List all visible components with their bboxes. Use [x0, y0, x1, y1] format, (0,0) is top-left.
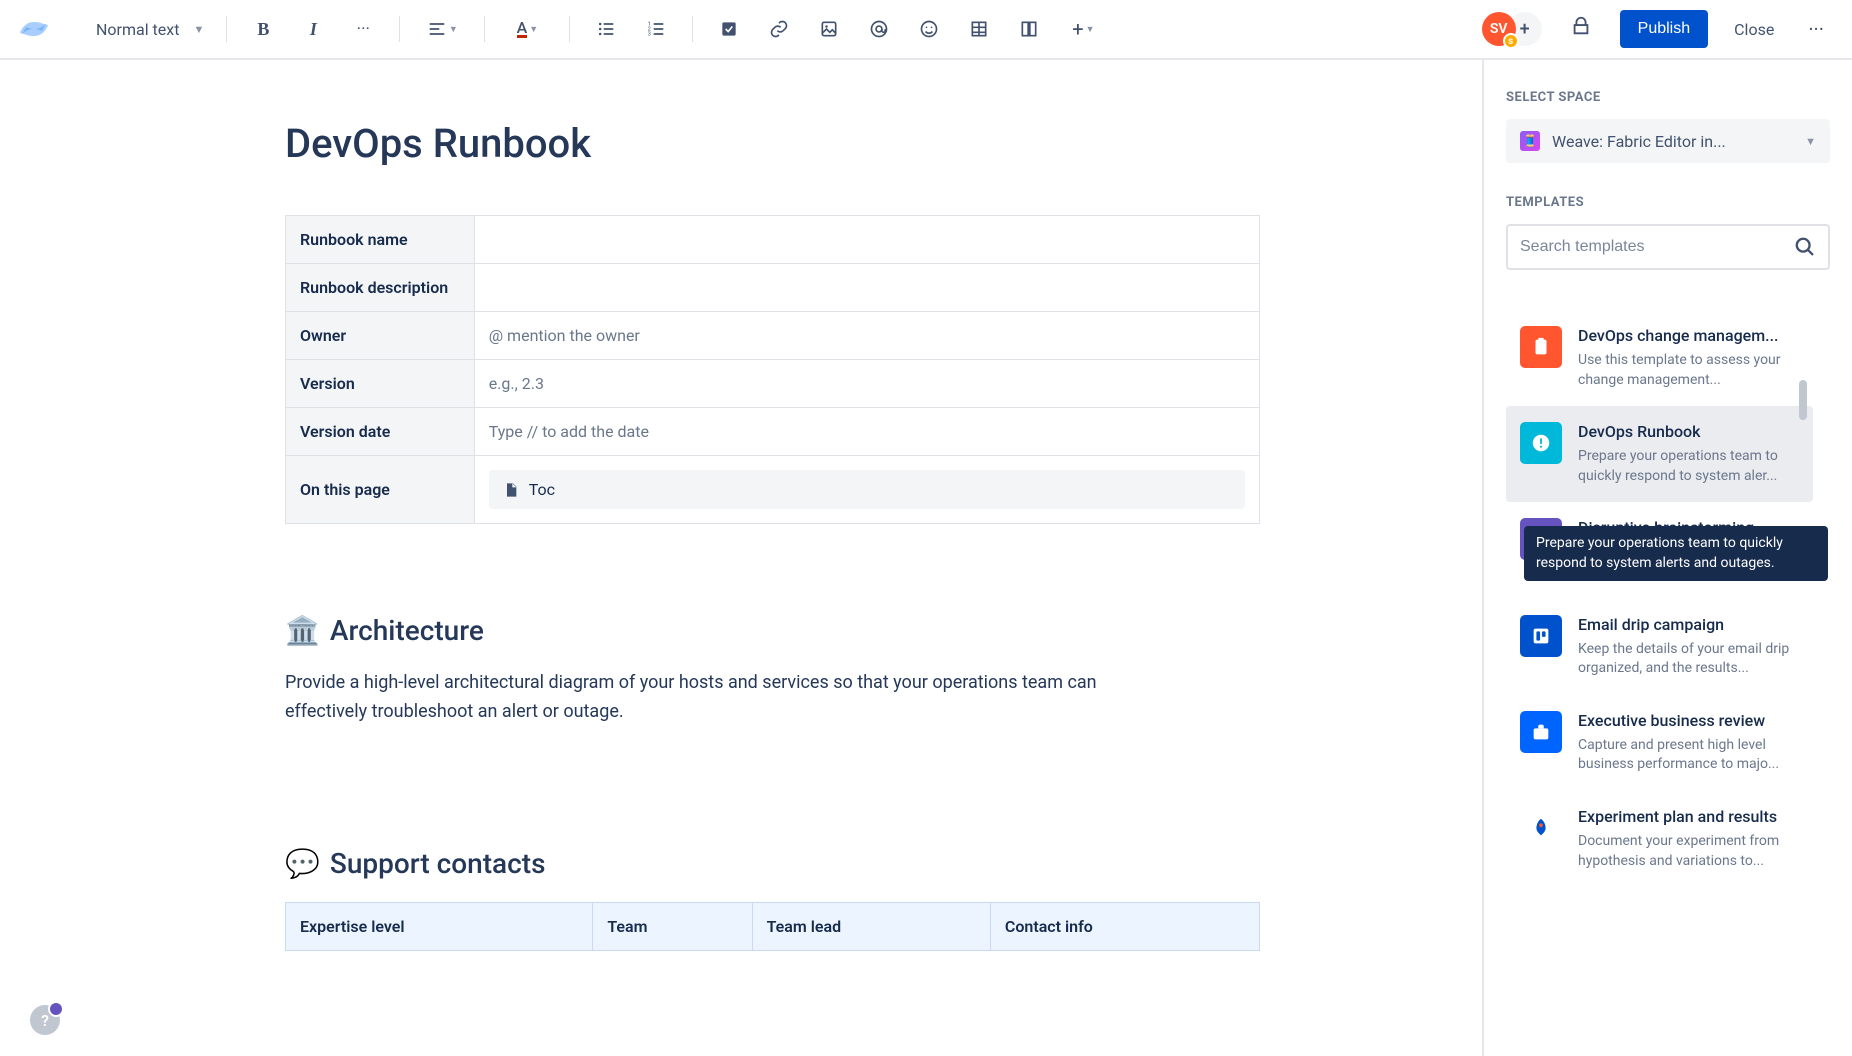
scrollbar-thumb[interactable] — [1799, 380, 1807, 420]
template-search-input[interactable] — [1520, 238, 1794, 256]
template-title: DevOps change managem... — [1578, 326, 1799, 345]
mention-button[interactable] — [861, 11, 897, 47]
table-header[interactable]: Team — [593, 902, 752, 950]
layouts-button[interactable] — [1011, 11, 1047, 47]
link-button[interactable] — [761, 11, 797, 47]
numbered-list-button[interactable]: 123 — [638, 11, 674, 47]
alert-icon — [1520, 422, 1562, 464]
chevron-down-icon: ▼ — [193, 23, 204, 36]
chevron-down-icon: ▼ — [529, 24, 538, 35]
action-item-button[interactable] — [711, 11, 747, 47]
template-description: Use this template to assess your change … — [1578, 351, 1799, 390]
meta-table-label[interactable]: On this page — [286, 456, 475, 524]
select-space-label: SELECT SPACE — [1506, 90, 1830, 105]
file-icon — [503, 482, 519, 498]
restrictions-button[interactable] — [1570, 15, 1592, 43]
image-button[interactable] — [811, 11, 847, 47]
trello-icon — [1520, 615, 1562, 657]
briefcase-icon — [1520, 711, 1562, 753]
speech-icon: 💬 — [285, 847, 320, 880]
runbook-meta-table[interactable]: Runbook nameRunbook descriptionOwner@ me… — [285, 215, 1260, 524]
meta-table-label[interactable]: Version date — [286, 408, 475, 456]
template-item[interactable]: DevOps Runbook Prepare your operations te… — [1506, 406, 1813, 502]
meta-table-value[interactable] — [474, 216, 1259, 264]
meta-table-label[interactable]: Runbook name — [286, 216, 475, 264]
search-icon — [1794, 236, 1816, 258]
chevron-down-icon: ▼ — [449, 24, 458, 35]
template-item[interactable]: Experiment plan and results Document your… — [1506, 791, 1813, 887]
more-actions-button[interactable]: ··· — [1800, 9, 1832, 49]
toc-macro[interactable]: Toc — [489, 470, 1245, 509]
table-header[interactable]: Expertise level — [286, 902, 593, 950]
templates-sidebar: SELECT SPACE 🧵 Weave: Fabric Editor in..… — [1482, 60, 1852, 1056]
italic-button[interactable]: I — [295, 11, 331, 47]
template-tooltip: Prepare your operations team to quickly … — [1524, 526, 1828, 581]
template-item[interactable]: Executive business review Capture and pre… — [1506, 695, 1813, 791]
publish-button[interactable]: Publish — [1620, 10, 1708, 48]
meta-table-label[interactable]: Owner — [286, 312, 475, 360]
template-item[interactable]: Email drip campaign Keep the details of y… — [1506, 599, 1813, 695]
architecture-heading[interactable]: 🏛️ Architecture — [285, 614, 1182, 647]
support-contacts-heading[interactable]: 💬 Support contacts — [285, 847, 1182, 880]
align-dropdown[interactable]: ▼ — [418, 11, 466, 47]
architecture-description[interactable]: Provide a high-level architectural diagr… — [285, 669, 1165, 727]
meta-table-value[interactable] — [474, 264, 1259, 312]
table-header[interactable]: Contact info — [990, 902, 1259, 950]
template-title: DevOps Runbook — [1578, 422, 1799, 441]
template-title: Experiment plan and results — [1578, 807, 1799, 826]
template-list: DevOps change managem... Use this templat… — [1506, 310, 1813, 887]
confluence-logo — [20, 15, 48, 43]
meta-table-value[interactable]: Type // to add the date — [474, 408, 1259, 456]
text-color-dropdown[interactable]: A ▼ — [503, 11, 551, 47]
page-title[interactable]: DevOps Runbook — [285, 120, 1182, 167]
chevron-down-icon: ▼ — [1086, 24, 1095, 35]
meta-table-value[interactable]: e.g., 2.3 — [474, 360, 1259, 408]
help-button[interactable]: ? — [30, 1005, 60, 1035]
emoji-button[interactable] — [911, 11, 947, 47]
meta-table-label[interactable]: Version — [286, 360, 475, 408]
editor-toolbar: Normal text ▼ B I ··· ▼ A ▼ 123 + — [0, 0, 1852, 60]
bullet-list-button[interactable] — [588, 11, 624, 47]
template-description: Capture and present high level business … — [1578, 736, 1799, 775]
template-item[interactable]: DevOps change managem... Use this templat… — [1506, 310, 1813, 406]
bold-button[interactable]: B — [245, 11, 281, 47]
space-icon: 🧵 — [1520, 131, 1540, 151]
text-style-dropdown[interactable]: Normal text ▼ — [92, 14, 208, 45]
table-button[interactable] — [961, 11, 997, 47]
editor-canvas[interactable]: DevOps Runbook Runbook nameRunbook descr… — [0, 60, 1482, 1056]
close-button[interactable]: Close — [1722, 12, 1786, 47]
user-avatar[interactable]: SV s — [1482, 12, 1516, 46]
template-title: Email drip campaign — [1578, 615, 1799, 634]
clipboard-icon — [1520, 326, 1562, 368]
templates-label: TEMPLATES — [1506, 195, 1830, 210]
meta-table-value[interactable]: @ mention the owner — [474, 312, 1259, 360]
space-selector[interactable]: 🧵 Weave: Fabric Editor in... ▼ — [1506, 119, 1830, 163]
template-description: Keep the details of your email drip orga… — [1578, 640, 1799, 679]
svg-text:3: 3 — [648, 32, 651, 38]
bank-icon: 🏛️ — [285, 614, 320, 647]
insert-dropdown[interactable]: + ▼ — [1061, 11, 1105, 47]
meta-table-label[interactable]: Runbook description — [286, 264, 475, 312]
template-search[interactable] — [1506, 224, 1830, 270]
avatar-status-badge: s — [1503, 33, 1519, 49]
chevron-down-icon: ▼ — [1805, 135, 1816, 148]
template-description: Prepare your operations team to quickly … — [1578, 447, 1799, 486]
support-contacts-table[interactable]: Expertise levelTeamTeam leadContact info — [285, 902, 1260, 951]
template-title: Executive business review — [1578, 711, 1799, 730]
template-description: Document your experiment from hypothesis… — [1578, 832, 1799, 871]
rocket-icon — [1520, 807, 1562, 849]
meta-table-value[interactable]: Toc — [474, 456, 1259, 524]
table-header[interactable]: Team lead — [752, 902, 990, 950]
more-formatting-button[interactable]: ··· — [345, 11, 381, 47]
